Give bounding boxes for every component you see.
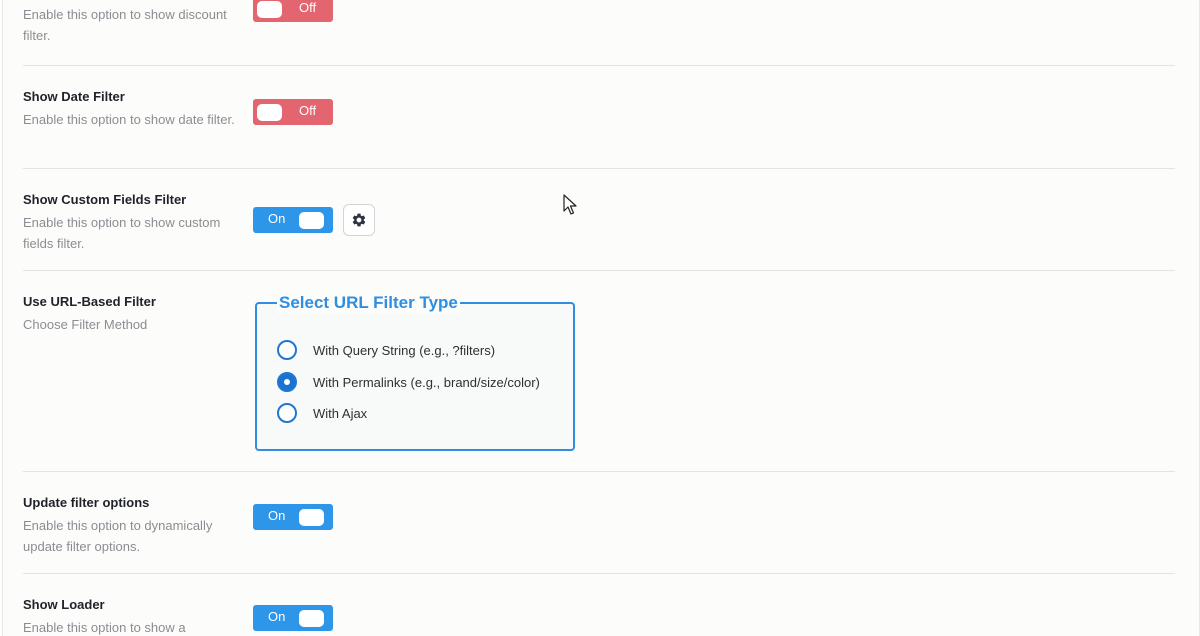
radio-option-label: With Ajax <box>313 405 368 421</box>
setting-label-update-filter-options: Update filter options Enable this option… <box>23 494 238 557</box>
radio-option-label: With Permalinks (e.g., brand/size/color) <box>313 374 540 390</box>
gear-icon <box>352 213 366 227</box>
radio-option-ajax[interactable]: With Ajax <box>277 402 367 424</box>
update-filter-options-toggle[interactable]: On <box>253 504 333 530</box>
discount-filter-toggle[interactable]: Off <box>253 0 333 22</box>
setting-description: Choose Filter Method <box>23 317 148 332</box>
setting-title: Show Date Filter <box>23 89 125 104</box>
mouse-pointer-icon <box>563 194 577 215</box>
toggle-state-label: Off <box>299 103 317 118</box>
show-loader-toggle[interactable]: On <box>253 605 333 631</box>
radio-option-query-string[interactable]: With Query String (e.g., ?filters) <box>277 339 495 361</box>
toggle-knob <box>299 509 324 526</box>
radio-button[interactable] <box>277 340 297 360</box>
radio-button[interactable] <box>277 403 297 423</box>
row-divider <box>23 270 1175 271</box>
toggle-knob <box>257 104 282 121</box>
setting-title: Use URL-Based Filter <box>23 294 156 309</box>
row-divider <box>23 573 1175 574</box>
setting-label-discount-filter: Enable this option to show discount filt… <box>23 4 238 46</box>
toggle-knob <box>257 1 282 18</box>
setting-description: Enable this option to show a <box>23 620 186 635</box>
toggle-state-label: On <box>268 508 286 523</box>
setting-title: Update filter options <box>23 495 150 510</box>
setting-title: Show Custom Fields Filter <box>23 192 187 207</box>
setting-title: Show Loader <box>23 597 105 612</box>
setting-description: Enable this option to dynamically update… <box>23 518 213 554</box>
toggle-state-label: Off <box>299 0 317 15</box>
url-filter-type-group: Select URL Filter Type With Query String… <box>255 292 575 451</box>
custom-fields-filter-toggle[interactable]: On <box>253 207 333 233</box>
setting-label-url-filter: Use URL-Based Filter Choose Filter Metho… <box>23 293 238 335</box>
toggle-state-label: On <box>268 211 286 226</box>
setting-label-custom-fields-filter: Show Custom Fields Filter Enable this op… <box>23 191 238 254</box>
toggle-state-label: On <box>268 609 286 624</box>
custom-fields-settings-button[interactable] <box>343 204 375 236</box>
setting-description: Enable this option to show custom fields… <box>23 215 221 251</box>
setting-row-url-filter: Use URL-Based Filter Choose Filter Metho… <box>23 293 1175 463</box>
toggle-knob <box>299 212 324 229</box>
radio-option-permalinks[interactable]: With Permalinks (e.g., brand/size/color) <box>277 371 540 393</box>
url-filter-type-title: Select URL Filter Type <box>277 292 460 314</box>
radio-button-selected[interactable] <box>277 372 297 392</box>
settings-panel: Enable this option to show discount filt… <box>2 0 1200 636</box>
row-divider <box>23 168 1175 169</box>
setting-description: Enable this option to show date filter. <box>23 112 235 127</box>
row-divider <box>23 471 1175 472</box>
row-divider <box>23 65 1175 66</box>
setting-label-date-filter: Show Date Filter Enable this option to s… <box>23 88 238 130</box>
setting-description: Enable this option to show discount filt… <box>23 7 227 43</box>
radio-option-label: With Query String (e.g., ?filters) <box>313 342 496 358</box>
setting-label-show-loader: Show Loader Enable this option to show a <box>23 596 238 636</box>
toggle-knob <box>299 610 324 627</box>
date-filter-toggle[interactable]: Off <box>253 99 333 125</box>
